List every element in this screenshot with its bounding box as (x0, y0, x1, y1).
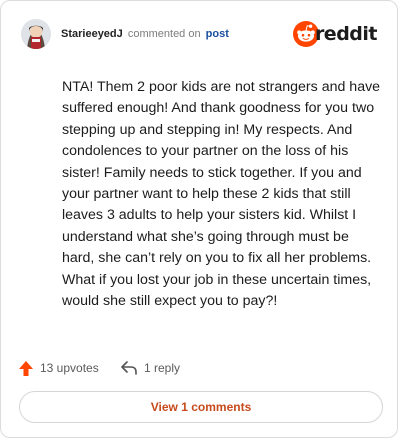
avatar-image (21, 19, 51, 49)
byline-verb: commented on (127, 28, 201, 40)
upvote-count: 13 upvotes (40, 361, 99, 375)
reddit-wordmark: reddit (314, 23, 378, 45)
comment-body: NTA! Them 2 poor kids are not strangers … (62, 79, 381, 310)
comment-byline: StarieeyedJ commented on post (61, 27, 229, 41)
upvote-arrow-icon (19, 360, 33, 376)
reply-count: 1 reply (144, 361, 181, 375)
post-link[interactable]: post (206, 28, 229, 40)
reply-arrow-icon (121, 361, 137, 375)
reply-button[interactable]: 1 reply (121, 359, 180, 377)
comment-header: StarieeyedJ commented on post reddit (21, 19, 378, 51)
avatar[interactable] (21, 19, 51, 49)
upvote-button[interactable]: 13 upvotes (19, 359, 99, 377)
username-link[interactable]: StarieeyedJ (61, 28, 123, 40)
comment-card: StarieeyedJ commented on post reddit NTA… (0, 0, 398, 438)
view-comments-button[interactable]: View 1 comments (19, 391, 383, 423)
